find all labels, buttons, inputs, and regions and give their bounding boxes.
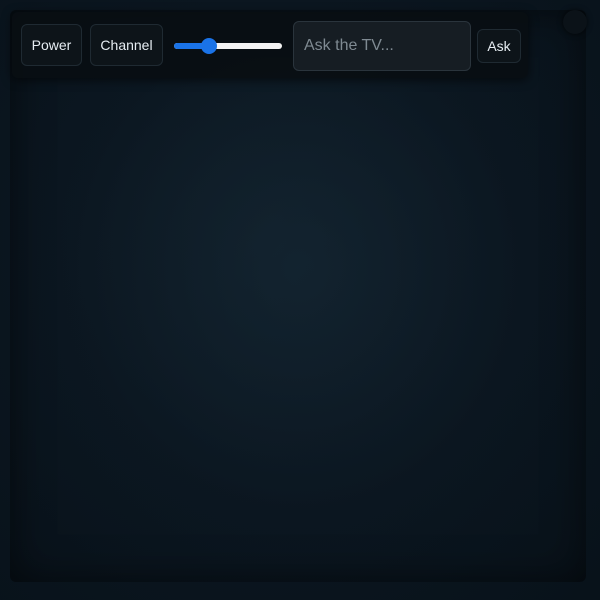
volume-track[interactable] [174,43,282,49]
channel-button[interactable]: Channel [90,24,163,66]
ask-button[interactable]: Ask [477,29,521,63]
volume-thumb[interactable] [200,38,217,54]
power-button[interactable]: Power [21,24,82,66]
ask-input[interactable] [293,21,471,71]
volume-slider[interactable] [172,36,284,56]
camera-indicator [563,10,587,34]
tv-screen: Power Channel Ask [0,0,600,600]
tv-display-area [10,10,586,582]
